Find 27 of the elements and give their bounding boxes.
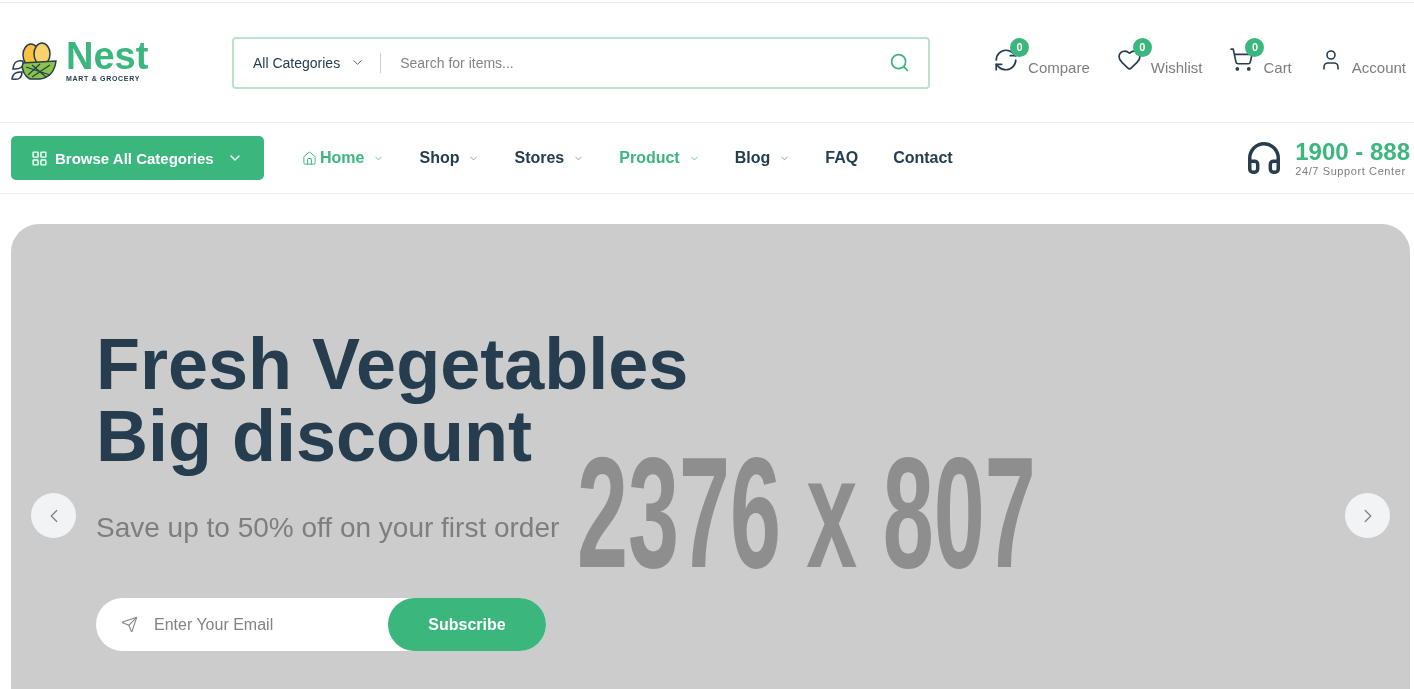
compare-link[interactable]: Compare — [1028, 59, 1090, 76]
category-dropdown[interactable]: All Categories — [253, 54, 366, 71]
hero-subtitle: Save up to 50% off on your first order — [96, 511, 560, 545]
count-badge: 0 — [1132, 38, 1152, 57]
browse-categories-button[interactable]: Browse All Categories — [11, 136, 264, 180]
grid-icon — [31, 149, 48, 167]
nav-link[interactable]: Blog — [734, 149, 791, 167]
logo-name[interactable]: Nest — [66, 38, 149, 73]
search-icon[interactable] — [889, 52, 910, 73]
email-field[interactable]: Enter Your Email — [154, 612, 388, 637]
nav-link[interactable]: Home — [302, 149, 385, 167]
cart-link[interactable]: Cart — [1263, 59, 1292, 76]
count-badge: 0 — [1010, 37, 1030, 57]
wishlist-link[interactable]: Wishlist — [1150, 59, 1203, 76]
nav-link[interactable]: Stores — [514, 149, 585, 167]
support-phone: 1900 - 888 — [1295, 138, 1410, 165]
nav-link[interactable]: FAQ — [825, 149, 859, 167]
subscribe-button[interactable]: Subscribe — [388, 598, 546, 651]
paper-plane-icon — [121, 616, 138, 633]
nav-link[interactable]: Contact — [893, 149, 953, 167]
support-caption: 24/7 Support Center — [1295, 164, 1407, 178]
nav-link[interactable]: Shop — [419, 149, 480, 167]
search-bar[interactable]: All Categories Search for items... — [232, 36, 930, 89]
account-link[interactable]: Account — [1351, 59, 1406, 76]
search-field[interactable]: Search for items... — [400, 50, 889, 75]
count-badge: 0 — [1245, 38, 1265, 57]
nav-link[interactable]: Product — [619, 149, 700, 167]
